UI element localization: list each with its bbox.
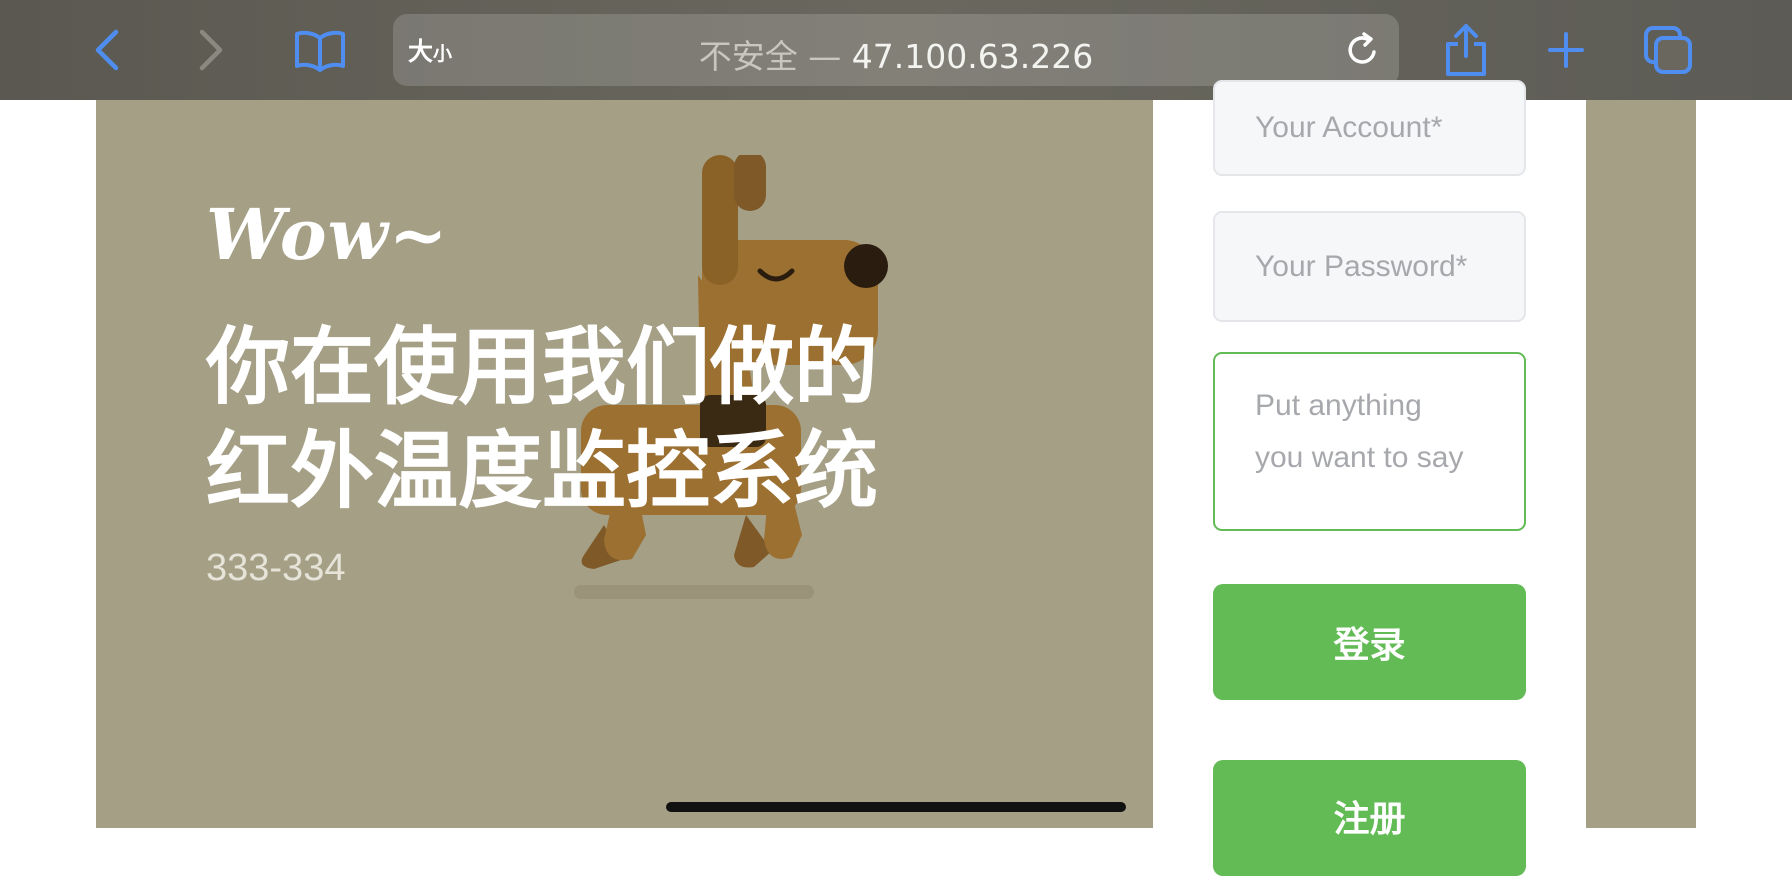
login-button[interactable]: 登录: [1213, 584, 1526, 700]
url-host: 47.100.63.226: [851, 37, 1094, 76]
insecure-label: 不安全 —: [698, 37, 842, 76]
message-placeholder-line1: Put anything: [1255, 389, 1422, 422]
address-bar[interactable]: 大小 不安全 — 47.100.63.226: [393, 14, 1399, 86]
hero-text: Wow~ 你在使用我们做的 红外温度监控系统 333-334: [206, 195, 878, 590]
register-button[interactable]: 注册: [1213, 760, 1526, 876]
login-form: Your Account* Your Password* Put anythin…: [1153, 80, 1586, 876]
hero-headline-line1: 你在使用我们做的: [206, 318, 879, 416]
hero-subtitle: 333-334: [206, 547, 346, 589]
home-indicator[interactable]: [666, 802, 1126, 812]
forward-icon[interactable]: [178, 18, 242, 82]
new-tab-icon[interactable]: [1534, 18, 1598, 82]
bookmarks-icon[interactable]: [288, 18, 352, 82]
message-textarea[interactable]: Put anything you want to say: [1213, 352, 1526, 531]
hero-headline: 你在使用我们做的 红外温度监控系统: [206, 315, 878, 523]
account-placeholder: Your Account*: [1255, 111, 1443, 144]
reload-icon[interactable]: [1343, 30, 1383, 70]
account-input[interactable]: Your Account*: [1213, 80, 1526, 176]
share-icon[interactable]: [1434, 18, 1498, 82]
hero-banner: Wow~ 你在使用我们做的 红外温度监控系统 333-334: [96, 100, 1153, 828]
back-icon[interactable]: [76, 18, 140, 82]
message-placeholder-line2: you want to say: [1255, 441, 1464, 474]
page-content: Wow~ 你在使用我们做的 红外温度监控系统 333-334 Your Acco…: [0, 80, 1792, 876]
password-input[interactable]: Your Password*: [1213, 211, 1526, 322]
hero-greeting: Wow~: [206, 193, 449, 276]
right-background-strip: [1586, 100, 1696, 828]
password-placeholder: Your Password*: [1255, 249, 1468, 283]
url-text[interactable]: 不安全 — 47.100.63.226: [393, 30, 1399, 78]
hero-headline-line2: 红外温度监控系统: [206, 422, 879, 520]
tabs-icon[interactable]: [1636, 18, 1700, 82]
